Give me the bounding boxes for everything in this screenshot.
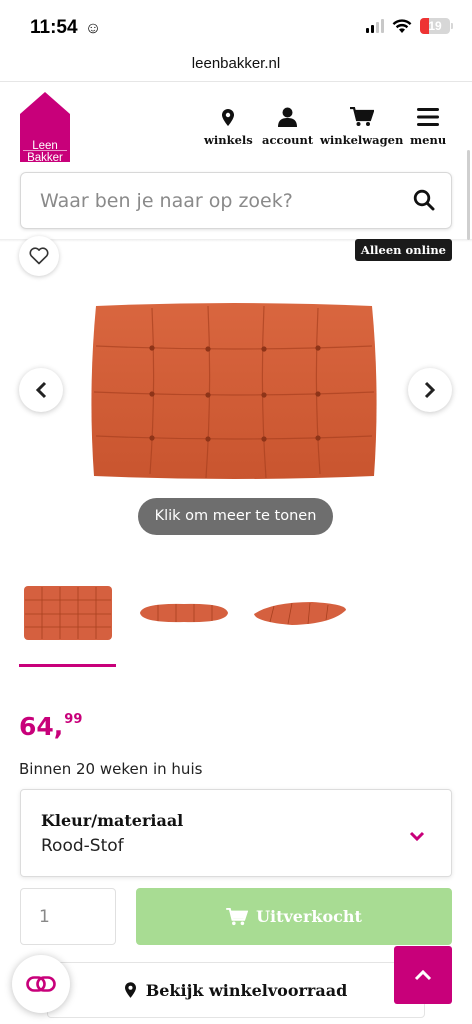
cart-icon <box>349 106 374 128</box>
heart-icon <box>29 247 49 265</box>
previous-image-button[interactable] <box>19 368 63 412</box>
wifi-icon <box>392 18 412 33</box>
chevron-down-icon <box>409 826 425 845</box>
smiley-icon: ☺ <box>84 20 102 37</box>
product-image[interactable] <box>90 302 378 480</box>
url-bar[interactable]: leenbakker.nl <box>0 50 472 82</box>
leen-bakker-logo[interactable]: Leen Bakker <box>20 92 70 164</box>
nav-menu[interactable]: menu <box>410 106 446 147</box>
status-time-text: 11:54 <box>30 17 78 38</box>
show-more-button[interactable]: Klik om meer te tonen <box>138 498 333 535</box>
sold-out-label: Uitverkocht <box>256 907 362 926</box>
nav-label-winkels: winkels <box>204 133 253 147</box>
map-pin-icon <box>124 982 136 998</box>
logo-text-leen: Leen <box>32 140 58 152</box>
delivery-time: Binnen 20 weken in huis <box>19 760 203 778</box>
thumbnail-selected-indicator <box>19 664 116 667</box>
price-cents: 99 <box>64 712 83 727</box>
nav-account[interactable]: account <box>262 106 313 147</box>
chevron-right-icon <box>424 381 436 399</box>
online-only-badge: Alleen online <box>354 239 452 261</box>
quantity-input[interactable] <box>20 888 116 945</box>
nav-label-menu: menu <box>410 133 447 147</box>
battery-icon: 19 <box>420 18 453 34</box>
price-main: 64, <box>19 712 64 741</box>
logo-text-bakker: Bakker <box>27 152 63 164</box>
map-pin-icon <box>222 106 235 128</box>
chevron-up-icon <box>414 969 432 981</box>
signal-icon <box>366 19 384 33</box>
product-price: 64,99 <box>19 712 82 741</box>
thumbnail-side[interactable] <box>135 578 232 648</box>
sold-out-button[interactable]: Uitverkocht <box>136 888 452 945</box>
check-stock-button[interactable]: Bekijk winkelvoorraad <box>47 962 425 1018</box>
status-icons: 19 <box>366 18 453 34</box>
nav-winkelwagen[interactable]: winkelwagen <box>320 106 403 147</box>
user-icon <box>278 106 298 128</box>
battery-level: 19 <box>428 19 442 33</box>
status-bar: 11:54 ☺ 19 <box>0 0 472 50</box>
variant-selector[interactable]: Kleur/materiaal Rood-Stof <box>20 789 452 877</box>
variant-label: Kleur/materiaal <box>41 811 184 830</box>
nav-label-winkelwagen: winkelwagen <box>320 133 404 147</box>
status-time: 11:54 ☺ <box>30 17 101 39</box>
chat-link-icon <box>26 976 56 992</box>
hamburger-icon <box>417 106 440 128</box>
next-image-button[interactable] <box>408 368 452 412</box>
search-input[interactable] <box>40 173 400 228</box>
scrollbar[interactable] <box>467 150 470 240</box>
chat-button[interactable] <box>12 955 70 1013</box>
check-stock-label: Bekijk winkelvoorraad <box>145 980 348 1000</box>
cart-icon <box>226 907 249 925</box>
back-to-top-button[interactable] <box>394 946 452 1004</box>
nav-label-account: account <box>262 133 314 147</box>
thumbnail-angle[interactable] <box>250 578 350 648</box>
variant-value: Rood-Stof <box>41 836 124 856</box>
site-header: Leen Bakker winkels account winkelwagen … <box>0 82 472 172</box>
nav-winkels[interactable]: winkels <box>204 106 253 147</box>
chevron-left-icon <box>35 381 47 399</box>
thumbnail-front[interactable] <box>19 578 116 648</box>
search-bar <box>20 172 452 229</box>
favorite-button[interactable] <box>19 236 59 276</box>
search-icon[interactable] <box>413 189 437 213</box>
